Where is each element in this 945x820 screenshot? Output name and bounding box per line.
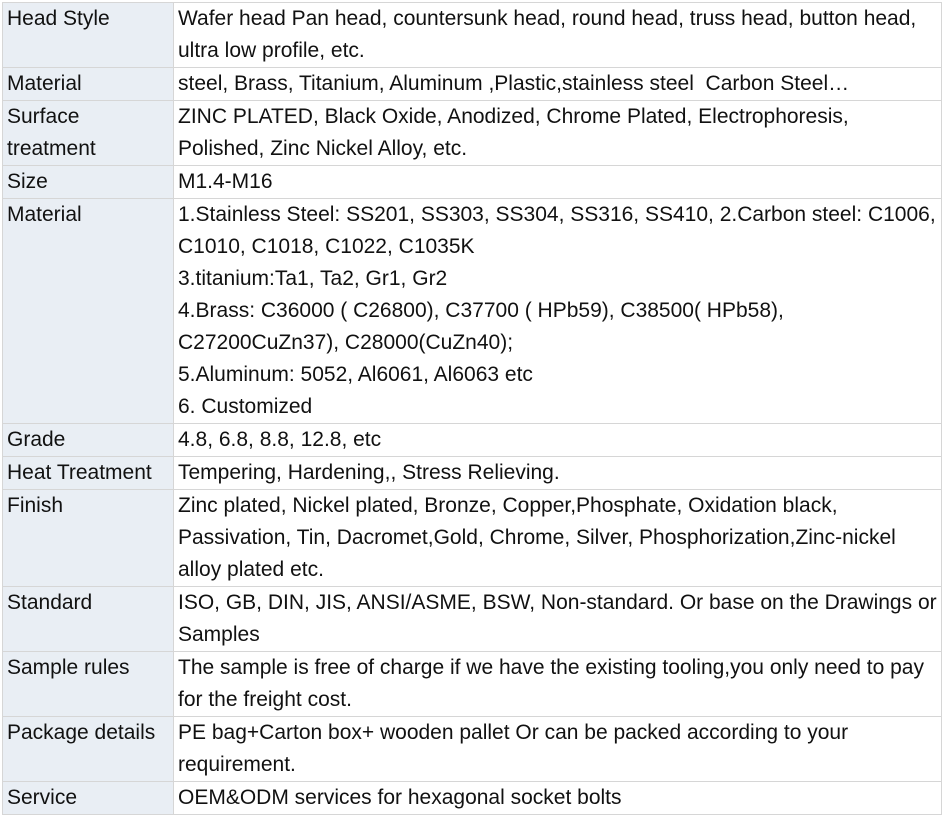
row-value: 4.8, 6.8, 8.8, 12.8, etc xyxy=(173,423,942,457)
row-label: Head Style xyxy=(2,2,174,68)
row-value: Wafer head Pan head, countersunk head, r… xyxy=(173,2,942,68)
row-label: Package details xyxy=(2,716,174,782)
row-value: steel, Brass, Titanium, Aluminum ,Plasti… xyxy=(173,67,942,101)
row-label: Material xyxy=(2,198,174,424)
row-value: ZINC PLATED, Black Oxide, Anodized, Chro… xyxy=(173,100,942,166)
row-value: PE bag+Carton box+ wooden pallet Or can … xyxy=(173,716,942,782)
spec-table-body: Head Style Wafer head Pan head, countersu… xyxy=(2,2,943,815)
table-row: Material steel, Brass, Titanium, Aluminum… xyxy=(2,67,942,101)
value-line: 3.titanium:Ta1, Ta2, Gr1, Gr2 xyxy=(178,267,448,290)
table-row: Package details PE bag+Carton box+ wooden… xyxy=(2,716,942,782)
row-label: Surface treatment xyxy=(2,100,174,166)
row-value: 1.Stainless Steel: SS201, SS303, SS304, … xyxy=(173,198,942,424)
row-label: Material xyxy=(2,67,174,101)
value-line: steel, Brass, Titanium, Aluminum ,Plasti… xyxy=(178,72,850,95)
value-line: Wafer head Pan head, countersunk head, r… xyxy=(178,7,923,62)
value-line: OEM&ODM services for hexagonal socket bo… xyxy=(178,786,622,809)
value-line: ZINC PLATED, Black Oxide, Anodized, Chro… xyxy=(178,105,855,160)
row-value: ISO, GB, DIN, JIS, ANSI/ASME, BSW, Non-s… xyxy=(173,586,943,652)
table-row: Finish Zinc plated, Nickel plated, Bronze… xyxy=(2,489,942,587)
spec-table: Head Style Wafer head Pan head, countersu… xyxy=(2,2,942,815)
value-line: M1.4-M16 xyxy=(178,170,273,193)
table-row: Service OEM&ODM services for hexagonal so… xyxy=(2,781,942,815)
row-label: Service xyxy=(2,781,174,815)
row-value: The sample is free of charge if we have … xyxy=(173,651,942,717)
table-row: Sample rules The sample is free of charge… xyxy=(2,651,942,717)
table-row: Size M1.4-M16 xyxy=(2,165,942,199)
row-label: Finish xyxy=(2,489,174,587)
value-line: Tempering, Hardening,, Stress Relieving. xyxy=(178,461,560,484)
value-line: 4.Brass: C36000 ( C26800), C37700 ( HPb5… xyxy=(178,299,790,354)
value-line: 6. Customized xyxy=(178,395,313,418)
table-row: Head Style Wafer head Pan head, countersu… xyxy=(2,2,942,68)
value-line: ISO, GB, DIN, JIS, ANSI/ASME, BSW, Non-s… xyxy=(178,591,943,646)
value-line: PE bag+Carton box+ wooden pallet Or can … xyxy=(178,721,854,776)
row-label: Heat Treatment xyxy=(2,456,174,490)
row-value: OEM&ODM services for hexagonal socket bo… xyxy=(173,781,942,815)
row-value: Zinc plated, Nickel plated, Bronze, Copp… xyxy=(173,489,942,587)
table-row: Standard ISO, GB, DIN, JIS, ANSI/ASME, BS… xyxy=(2,586,943,652)
value-line: The sample is free of charge if we have … xyxy=(178,656,930,711)
table-row: Surface treatment ZINC PLATED, Black Oxid… xyxy=(2,100,942,166)
row-value: M1.4-M16 xyxy=(173,165,942,199)
row-label: Sample rules xyxy=(2,651,174,717)
table-row: Material 1.Stainless Steel: SS201, SS303,… xyxy=(2,198,942,424)
value-line: Zinc plated, Nickel plated, Bronze, Copp… xyxy=(178,494,902,581)
table-row: Grade 4.8, 6.8, 8.8, 12.8, etc xyxy=(2,423,942,457)
row-label: Size xyxy=(2,165,174,199)
row-label: Standard xyxy=(2,586,174,652)
value-line: 1.Stainless Steel: SS201, SS303, SS304, … xyxy=(178,203,942,258)
value-line: 4.8, 6.8, 8.8, 12.8, etc xyxy=(178,428,382,451)
row-value: Tempering, Hardening,, Stress Relieving. xyxy=(173,456,942,490)
value-line: 5.Aluminum: 5052, Al6061, Al6063 etc xyxy=(178,363,533,386)
row-label: Grade xyxy=(2,423,174,457)
table-row: Heat Treatment Tempering, Hardening,, Str… xyxy=(2,456,942,490)
